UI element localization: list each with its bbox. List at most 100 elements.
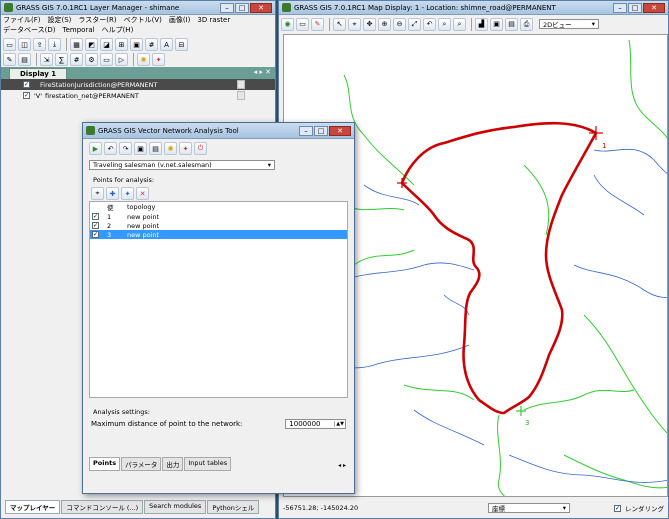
remove-point-icon[interactable]: ✕ xyxy=(136,187,149,200)
tab-command-console[interactable]: コマンドコンソール (...) xyxy=(61,500,144,514)
help-icon[interactable]: ✦ xyxy=(179,142,192,155)
tab-search-modules[interactable]: Search modules xyxy=(144,500,207,514)
redo-icon[interactable]: ↷ xyxy=(119,142,132,155)
tab-points[interactable]: Points xyxy=(89,457,121,471)
analysis-type-select[interactable]: Traveling salesman (v.net.salesman) ▾ xyxy=(89,160,275,170)
table-row[interactable]: ✓ 1 new point xyxy=(90,212,347,221)
undo-icon[interactable]: ↶ xyxy=(104,142,117,155)
menu-settings[interactable]: 設定(S) xyxy=(48,15,72,25)
tab-input-tables[interactable]: Input tables xyxy=(184,457,232,471)
render-checkbox[interactable]: ✓ xyxy=(614,504,621,512)
zoom-region-icon[interactable]: ⌕ xyxy=(453,17,466,31)
edit-vector-icon[interactable]: ✎ xyxy=(3,53,16,66)
zoom-in-icon[interactable]: ⊕ xyxy=(378,17,391,31)
tab-nav-icon[interactable]: ◂ ▸ xyxy=(338,462,346,469)
max-distance-spin[interactable]: 1000000 ▲▼ xyxy=(285,419,346,429)
point-checkbox[interactable]: ✓ xyxy=(92,231,99,238)
menu-raster[interactable]: ラスター(R) xyxy=(78,15,116,25)
layer-checkbox[interactable]: ✓ xyxy=(23,81,30,88)
zoom-options-icon[interactable]: ⌕ xyxy=(438,17,451,31)
map-display-titlebar[interactable]: GRASS GIS 7.0.1RC1 Map Display: 1 - Loca… xyxy=(279,1,668,15)
view-mode-select[interactable]: 2Dビュー ▾ xyxy=(539,19,599,29)
analyze-icon[interactable]: ▟ xyxy=(475,17,488,31)
menu-help[interactable]: ヘルプ(H) xyxy=(102,25,134,35)
statusbar-mode-select[interactable]: 座標 ▾ xyxy=(488,503,570,513)
query-icon[interactable]: ⌖ xyxy=(348,17,361,31)
insert-point-icon[interactable]: ✚ xyxy=(106,187,119,200)
import-raster-icon[interactable]: ⇲ xyxy=(40,53,53,66)
column-header-use[interactable]: 使 xyxy=(105,202,125,212)
menu-3d-raster[interactable]: 3D raster xyxy=(197,16,230,24)
tab-parameters[interactable]: パラメータ xyxy=(121,457,162,471)
erase-display-icon[interactable]: ▭ xyxy=(296,17,309,31)
add-raster-icon[interactable]: ▦ xyxy=(70,38,83,51)
add-group-icon[interactable]: ▣ xyxy=(130,38,143,51)
show-result-icon[interactable]: ▣ xyxy=(134,142,147,155)
layer-row-jurisdiction[interactable]: ✓ FireStationJurisdiction@PERMANENT xyxy=(1,79,275,90)
point-checkbox[interactable]: ✓ xyxy=(92,213,99,220)
menu-database[interactable]: データベース(D) xyxy=(3,25,56,35)
layer-opacity-spin[interactable] xyxy=(237,80,245,89)
overlay-icon[interactable]: ▣ xyxy=(490,17,503,31)
tab-map-layers[interactable]: マップレイヤー xyxy=(5,500,61,514)
settings-icon[interactable]: ✺ xyxy=(137,53,150,66)
map-composer-icon[interactable]: ▭ xyxy=(100,53,113,66)
quit-icon[interactable]: ⏻ xyxy=(194,142,207,155)
table-row[interactable]: ✓ 2 new point xyxy=(90,221,347,230)
add-overlay-icon[interactable]: ⊞ xyxy=(115,38,128,51)
add-grid-icon[interactable]: # xyxy=(145,38,158,51)
new-display-icon[interactable]: ▭ xyxy=(3,38,16,51)
menu-temporal[interactable]: Temporal xyxy=(63,26,95,34)
select-point-icon[interactable]: ⌖ xyxy=(91,187,104,200)
maximize-button[interactable]: □ xyxy=(314,125,328,136)
settings-icon[interactable]: ✺ xyxy=(164,142,177,155)
layer-opacity-spin[interactable] xyxy=(237,91,245,100)
zoom-back-icon[interactable]: ↶ xyxy=(423,17,436,31)
layer-checkbox[interactable]: ✓ xyxy=(23,92,30,99)
animation-icon[interactable]: ▷ xyxy=(115,53,128,66)
georectify-icon[interactable]: # xyxy=(70,53,83,66)
zoom-out-icon[interactable]: ⊖ xyxy=(393,17,406,31)
run-analysis-icon[interactable]: ▶ xyxy=(89,142,102,155)
menu-file[interactable]: ファイル(F) xyxy=(3,15,41,25)
point-marker-3[interactable] xyxy=(516,406,526,416)
menu-imagery[interactable]: 画像(I) xyxy=(169,15,191,25)
point-checkbox[interactable]: ✓ xyxy=(92,222,99,229)
add-vector-icon[interactable]: ◩ xyxy=(85,38,98,51)
help-icon[interactable]: ✦ xyxy=(152,53,165,66)
minimize-button[interactable]: – xyxy=(220,2,234,13)
workspace-save-icon[interactable]: ⤓ xyxy=(48,38,61,51)
layer-manager-titlebar[interactable]: GRASS GIS 7.0.1RC1 Layer Manager - shima… xyxy=(1,1,275,15)
zoom-extent-icon[interactable]: ⤢ xyxy=(408,17,421,31)
workspace-open-icon[interactable]: ⇪ xyxy=(33,38,46,51)
save-result-icon[interactable]: ▤ xyxy=(149,142,162,155)
dialog-titlebar[interactable]: GRASS GIS Vector Network Analysis Tool –… xyxy=(83,123,354,139)
tab-nav-icon[interactable]: ◂ ▸ ✕ xyxy=(254,68,271,76)
point-marker-1[interactable] xyxy=(589,126,603,140)
add-rgb-icon[interactable]: ◪ xyxy=(100,38,113,51)
pan-icon[interactable]: ✥ xyxy=(363,17,376,31)
table-row[interactable]: ✓ 3 new point xyxy=(90,230,347,239)
tab-output[interactable]: 出力 xyxy=(162,457,184,471)
close-button[interactable]: ✕ xyxy=(643,2,665,13)
graphical-modeler-icon[interactable]: ⚙ xyxy=(85,53,98,66)
tab-python-shell[interactable]: Pythonシェル xyxy=(207,500,260,514)
add-labels-icon[interactable]: A xyxy=(160,38,173,51)
raster-calculator-icon[interactable]: ∑ xyxy=(55,53,68,66)
save-image-icon[interactable]: ▤ xyxy=(505,17,518,31)
spin-arrows-icon[interactable]: ▲▼ xyxy=(334,421,345,427)
add-point-icon[interactable]: ✦ xyxy=(121,187,134,200)
column-header-topology[interactable]: topology xyxy=(125,202,347,212)
print-icon[interactable]: ⎙ xyxy=(520,17,533,31)
layer-row-firestation-net[interactable]: ✓ 'V' firestation_net@PERMANENT xyxy=(1,90,275,101)
close-button[interactable]: ✕ xyxy=(329,125,351,136)
pointer-icon[interactable]: ↖ xyxy=(333,17,346,31)
erase-icon[interactable]: ✎ xyxy=(311,17,324,31)
close-button[interactable]: ✕ xyxy=(250,2,272,13)
render-map-icon[interactable]: ◉ xyxy=(281,17,294,31)
menu-vector[interactable]: ベクトル(V) xyxy=(124,15,162,25)
attribute-table-icon[interactable]: ▤ xyxy=(18,53,31,66)
workspace-new-icon[interactable]: ◫ xyxy=(18,38,31,51)
minimize-button[interactable]: – xyxy=(299,125,313,136)
remove-layer-icon[interactable]: ⊟ xyxy=(175,38,188,51)
